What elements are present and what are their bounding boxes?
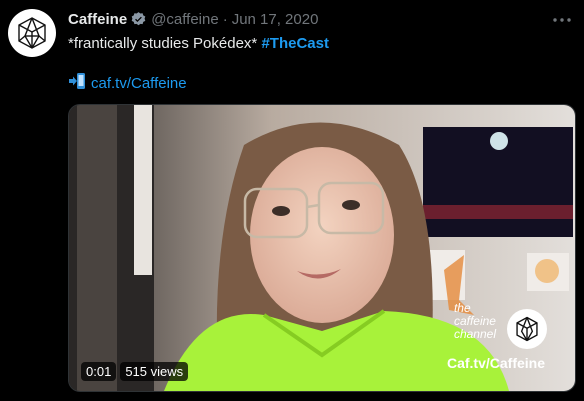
video-frame: [69, 105, 575, 391]
video-player[interactable]: the caffeine channel Caf.tv/Caffeine 0:0…: [68, 104, 576, 392]
tweet-text: *frantically studies Pokédex* #TheCast: [68, 34, 329, 54]
video-views: 515 views: [120, 362, 189, 381]
avatar[interactable]: [8, 9, 56, 57]
watermark-text: the caffeine channel: [454, 302, 496, 341]
display-name[interactable]: Caffeine: [68, 11, 127, 28]
watermark-logo-icon: [507, 309, 547, 349]
hashtag-link[interactable]: #TheCast: [261, 35, 329, 52]
separator: ·: [222, 11, 228, 28]
tweet-header: Caffeine @caffeine · Jun 17, 2020: [68, 11, 318, 28]
video-timestamp: 0:01: [81, 362, 117, 381]
caffeine-link[interactable]: caf.tv/Caffeine: [91, 74, 187, 94]
tweet-link-line: caf.tv/Caffeine: [68, 72, 187, 96]
video-info-bar: 0:01 515 views: [81, 362, 189, 381]
more-options-icon[interactable]: [552, 10, 572, 30]
right-arrow-phone-icon: [68, 72, 86, 96]
watermark-line3: channel: [453, 327, 496, 341]
handle[interactable]: @caffeine: [151, 11, 219, 28]
verified-badge-icon: [130, 11, 147, 28]
tweet-text-main: *frantically studies Pokédex*: [68, 35, 262, 52]
tweet-date[interactable]: Jun 17, 2020: [232, 11, 319, 28]
caffeine-logo-icon: [18, 17, 46, 49]
watermark-url: Caf.tv/Caffeine: [446, 355, 545, 371]
